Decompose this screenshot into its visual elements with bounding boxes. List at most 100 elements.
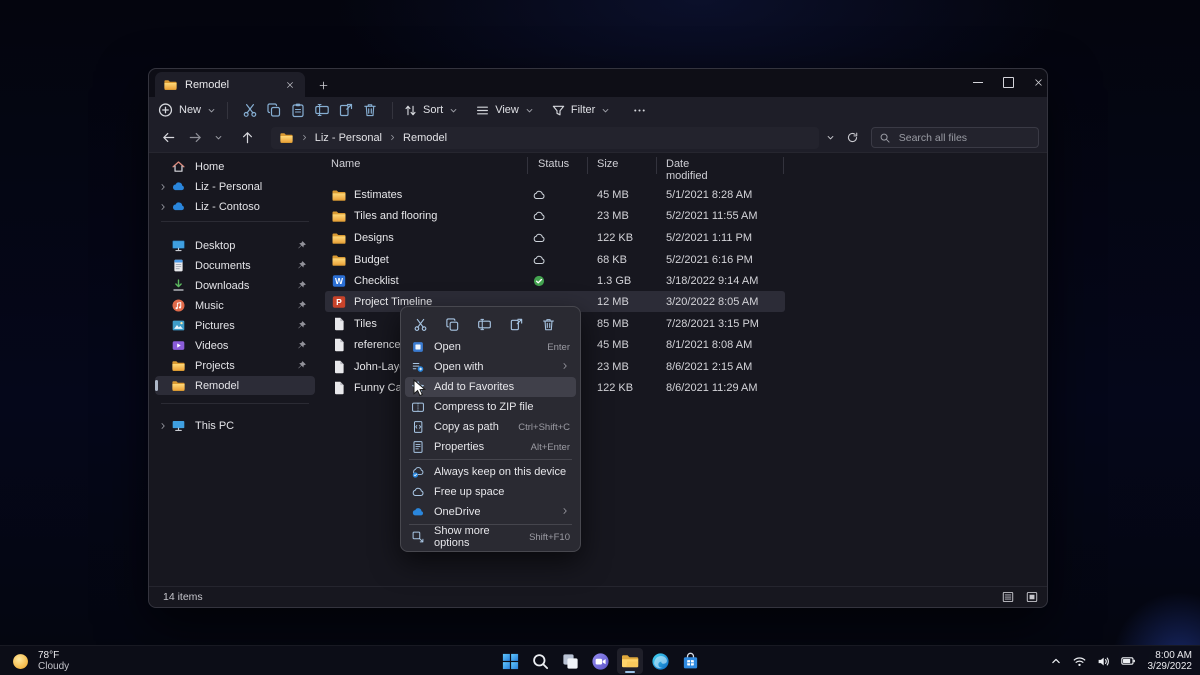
file-explorer-button[interactable] <box>617 648 643 674</box>
rename-button[interactable] <box>310 99 334 121</box>
sidebar-item-music[interactable]: Music <box>155 296 315 315</box>
sidebar-item-pictures[interactable]: Pictures <box>155 316 315 335</box>
sidebar-item-downloads[interactable]: Downloads <box>155 276 315 295</box>
wifi-icon[interactable] <box>1072 654 1087 669</box>
sidebar-item-home[interactable]: Home <box>155 157 315 176</box>
search-input[interactable] <box>896 130 1031 145</box>
recent-locations-button[interactable] <box>211 127 226 149</box>
up-button[interactable] <box>236 127 259 149</box>
open-with-icon <box>411 360 425 374</box>
cut-button[interactable] <box>407 313 433 335</box>
copy-button[interactable] <box>262 99 286 121</box>
file-explorer-icon <box>620 651 640 671</box>
sidebar-item-desktop[interactable]: Desktop <box>155 236 315 255</box>
context-menu: Open Enter Open with Add to Favorites Co… <box>400 306 581 552</box>
file-row[interactable]: Budget 68 KB 5/2/2021 6:16 PM <box>325 249 785 270</box>
new-tab-button[interactable] <box>313 75 333 95</box>
tab-title: Remodel <box>185 78 230 91</box>
file-row[interactable]: Checklist 1.3 GB 3/18/2022 9:14 AM <box>325 270 785 291</box>
file-row[interactable]: Designs 122 KB 5/2/2021 1:11 PM <box>325 227 785 248</box>
weather-widget[interactable]: 78°F Cloudy <box>10 646 69 675</box>
sidebar-item-documents[interactable]: Documents <box>155 256 315 275</box>
chat-button[interactable] <box>587 648 613 674</box>
taskbar-search-button[interactable] <box>527 648 553 674</box>
large-icons-view-button[interactable] <box>1025 590 1039 604</box>
menu-item-properties[interactable]: Properties Alt+Enter <box>405 437 576 457</box>
refresh-icon[interactable] <box>846 131 859 144</box>
forward-button[interactable] <box>184 127 207 149</box>
menu-item-copy-as-path[interactable]: Copy as path Ctrl+Shift+C <box>405 417 576 437</box>
chevron-right-icon[interactable] <box>158 182 168 192</box>
column-size[interactable]: Size <box>597 158 618 170</box>
column-name[interactable]: Name <box>331 158 360 170</box>
menu-item-onedrive[interactable]: OneDrive <box>405 502 576 522</box>
weather-temperature: 78°F <box>38 650 60 661</box>
menu-item-open[interactable]: Open Enter <box>405 337 576 357</box>
search-box[interactable] <box>870 127 1040 148</box>
new-button[interactable]: New <box>157 99 217 121</box>
onedrive-icon <box>411 505 425 519</box>
task-view-button[interactable] <box>557 648 583 674</box>
edge-button[interactable] <box>647 648 673 674</box>
column-date-modified[interactable]: Date modified <box>666 158 708 182</box>
breadcrumb-segment[interactable]: Remodel <box>403 132 447 144</box>
close-button[interactable] <box>1023 69 1053 95</box>
file-date: 5/2/2021 6:16 PM <box>666 253 753 266</box>
sidebar-item-projects[interactable]: Projects <box>155 356 315 375</box>
file-row[interactable]: Tiles and flooring 23 MB 5/2/2021 11:55 … <box>325 205 785 226</box>
file-size: 45 MB <box>597 188 629 201</box>
delete-button[interactable] <box>358 99 382 121</box>
filter-button[interactable]: Filter <box>551 103 611 118</box>
cloud-status-icon <box>532 209 546 223</box>
copy-button[interactable] <box>439 313 465 335</box>
menu-item-always-keep-on-device[interactable]: Always keep on this device <box>405 462 576 482</box>
volume-icon[interactable] <box>1096 654 1111 669</box>
chevron-down-icon <box>600 105 611 116</box>
arrow-up-icon <box>240 130 255 145</box>
desktop-icon <box>171 238 186 253</box>
rename-button[interactable] <box>471 313 497 335</box>
menu-item-compress-zip[interactable]: Compress to ZIP file <box>405 397 576 417</box>
explorer-tab[interactable]: Remodel <box>155 72 305 97</box>
menu-item-show-more-options[interactable]: Show more options Shift+F10 <box>405 525 576 549</box>
sidebar-item-remodel[interactable]: Remodel <box>155 376 315 395</box>
more-options-button[interactable] <box>627 99 651 121</box>
chevron-right-icon[interactable] <box>158 421 168 431</box>
breadcrumb-segment[interactable]: Liz - Personal <box>315 132 382 144</box>
details-view-button[interactable] <box>1001 590 1015 604</box>
back-button[interactable] <box>157 127 180 149</box>
hidden-icons-chevron[interactable] <box>1049 654 1063 668</box>
menu-item-free-up-space[interactable]: Free up space <box>405 482 576 502</box>
minimize-button[interactable] <box>963 69 993 95</box>
file-row[interactable]: Estimates 45 MB 5/1/2021 8:28 AM <box>325 184 785 205</box>
menu-item-open-with[interactable]: Open with <box>405 357 576 377</box>
sidebar-label: Liz - Contoso <box>195 200 260 213</box>
view-button[interactable]: View <box>475 103 535 118</box>
taskbar-clock[interactable]: 8:00 AM 3/29/2022 <box>1148 646 1193 675</box>
sidebar-item-this-pc[interactable]: This PC <box>155 416 315 435</box>
sidebar-item-liz-personal[interactable]: Liz - Personal <box>155 177 315 196</box>
share-button[interactable] <box>503 313 529 335</box>
store-button[interactable] <box>677 648 703 674</box>
shortcut-label: Ctrl+Shift+C <box>518 421 570 433</box>
file-name: Designs <box>354 231 394 244</box>
clock-time: 8:00 AM <box>1155 650 1192 661</box>
address-chevron-icon[interactable] <box>825 132 836 143</box>
chevron-right-icon[interactable] <box>158 202 168 212</box>
sort-button[interactable]: Sort <box>403 103 459 118</box>
cut-button[interactable] <box>238 99 262 121</box>
maximize-button[interactable] <box>993 69 1023 95</box>
sidebar-item-liz-contoso[interactable]: Liz - Contoso <box>155 197 315 216</box>
breadcrumb: Liz - Personal Remodel <box>271 127 819 149</box>
tab-close-icon[interactable] <box>283 78 297 92</box>
column-status[interactable]: Status <box>538 158 569 170</box>
sidebar-item-videos[interactable]: Videos <box>155 336 315 355</box>
share-button[interactable] <box>334 99 358 121</box>
delete-button[interactable] <box>535 313 561 335</box>
battery-icon[interactable] <box>1120 653 1136 669</box>
menu-item-add-to-favorites[interactable]: Add to Favorites <box>405 377 576 397</box>
this-pc-icon <box>171 418 186 433</box>
onedrive-icon <box>171 199 186 214</box>
start-button[interactable] <box>497 648 523 674</box>
paste-button[interactable] <box>286 99 310 121</box>
